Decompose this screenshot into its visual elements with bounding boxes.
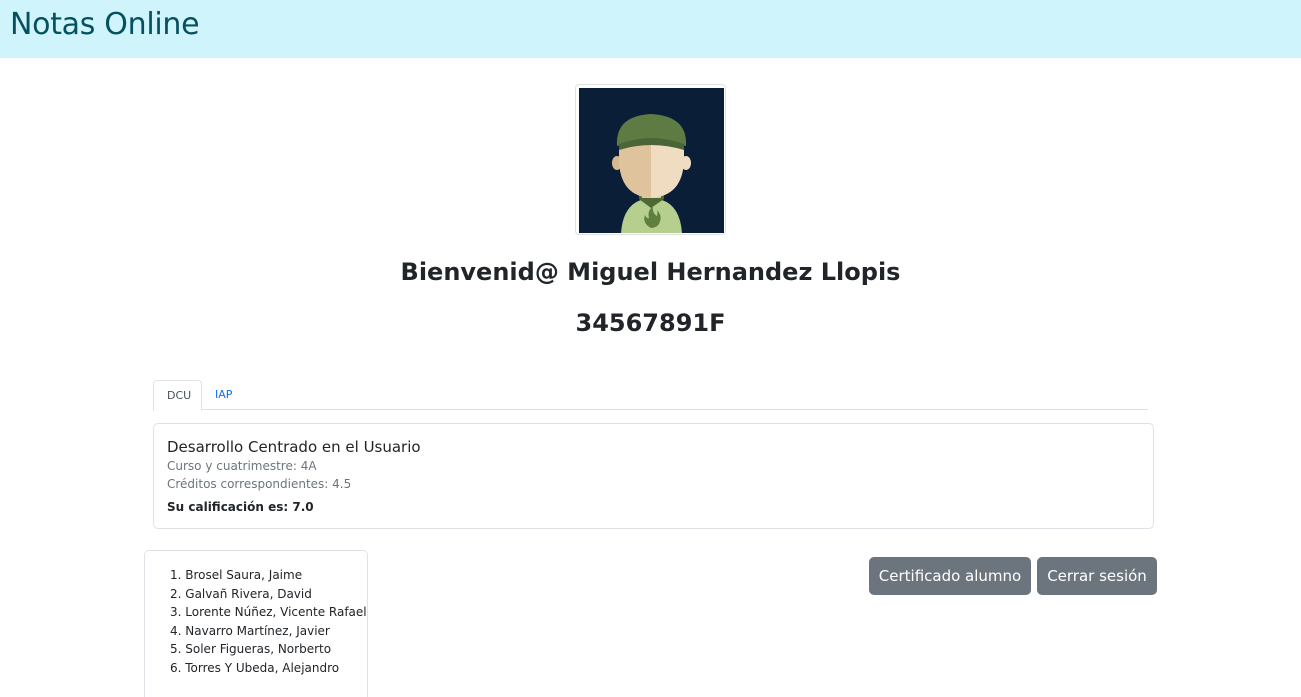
tab-dcu[interactable]: DCU	[153, 380, 202, 411]
students-list-card: 1. Brosel Saura, Jaime 2. Galvañ Rivera,…	[144, 550, 368, 697]
welcome-heading: Bienvenid@ Miguel Hernandez Llopis	[400, 258, 901, 286]
subject-credits: Créditos correspondientes: 4.5	[167, 477, 352, 491]
tab-iap[interactable]: IAP	[202, 380, 245, 410]
subject-card: Desarrollo Centrado en el Usuario Curso …	[153, 423, 1154, 529]
list-item: 4. Navarro Martínez, Javier	[170, 623, 330, 638]
list-item: 3. Lorente Núñez, Vicente Rafael	[170, 605, 367, 620]
students-list: 1. Brosel Saura, Jaime 2. Galvañ Rivera,…	[170, 566, 367, 678]
top-navbar: Notas Online	[0, 0, 1301, 58]
app-title[interactable]: Notas Online	[10, 7, 200, 42]
subject-title: Desarrollo Centrado en el Usuario	[167, 438, 421, 456]
user-avatar-icon	[579, 88, 724, 233]
list-item: 5. Soler Figueras, Norberto	[170, 642, 332, 657]
list-item: 6. Torres Y Ubeda, Alejandro	[170, 660, 340, 675]
subject-course: Curso y cuatrimestre: 4A	[167, 459, 317, 473]
list-item: 1. Brosel Saura, Jaime	[170, 568, 303, 582]
subject-grade: Su calificación es: 7.0	[167, 500, 314, 514]
logout-button[interactable]: Cerrar sesión	[1037, 557, 1157, 595]
avatar	[575, 84, 726, 235]
student-id: 34567891F	[575, 309, 726, 337]
subject-tabs: DCU IAP	[153, 380, 1148, 411]
list-item: 2. Galvañ Rivera, David	[170, 586, 312, 601]
certificate-button[interactable]: Certificado alumno	[869, 557, 1031, 595]
